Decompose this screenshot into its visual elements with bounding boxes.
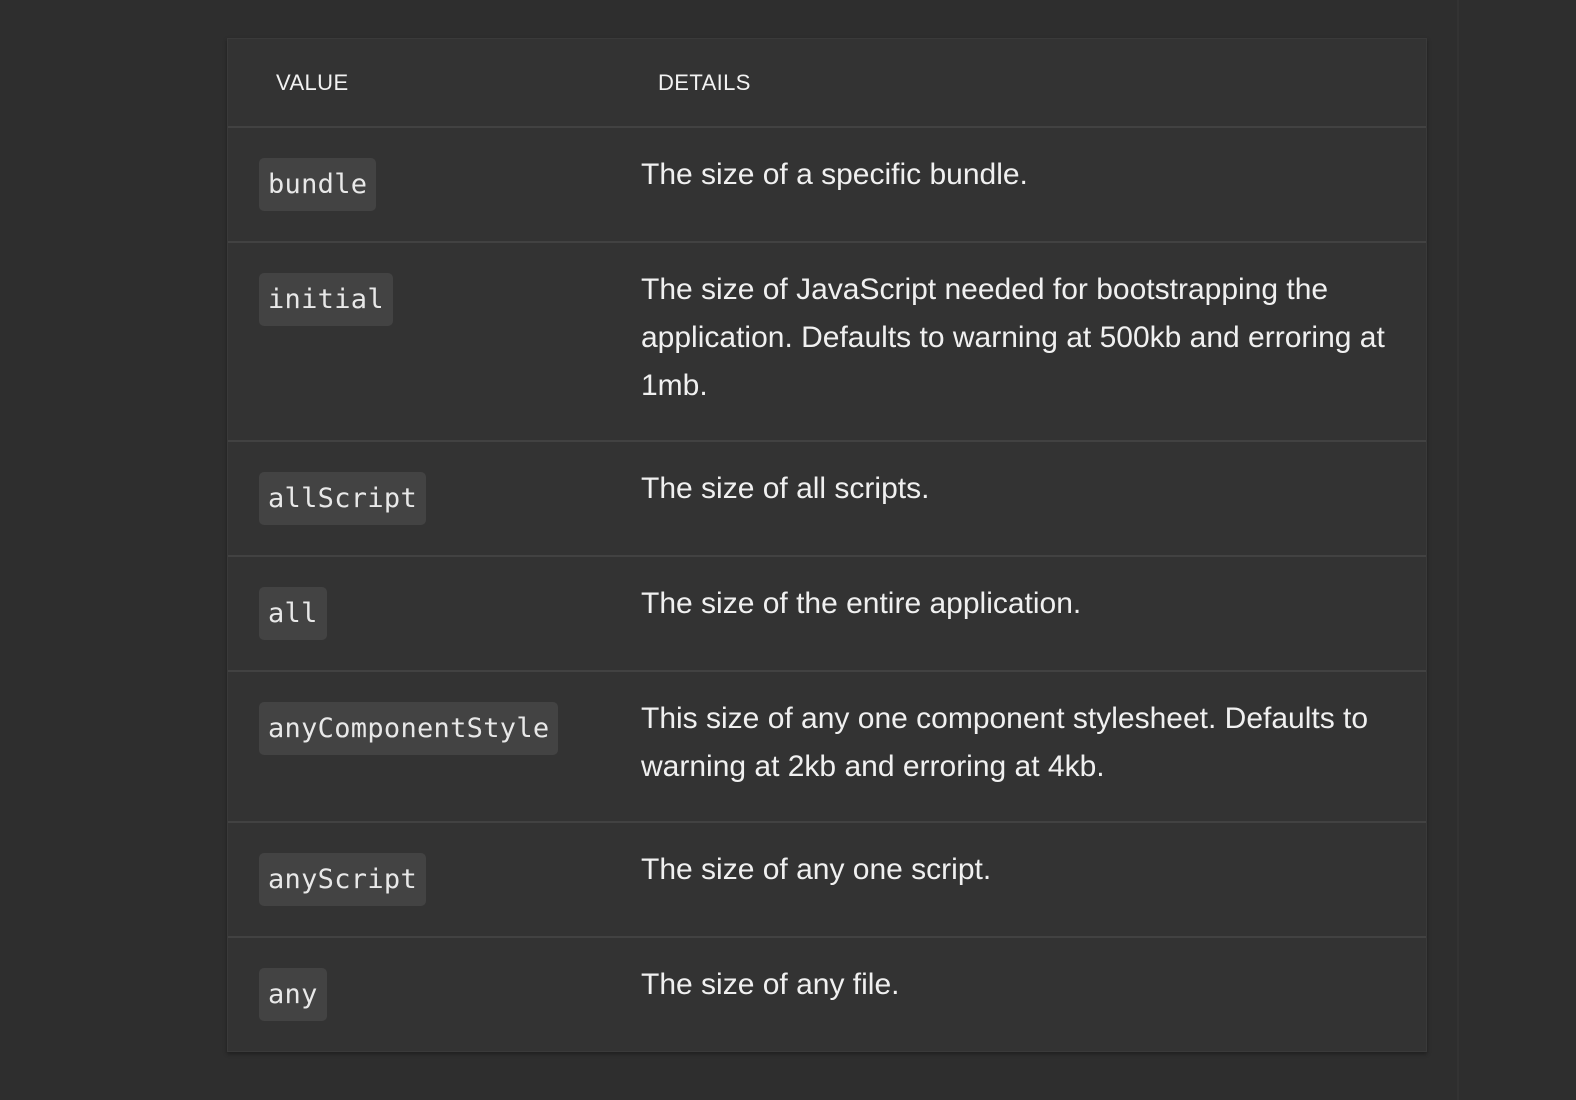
table-body: bundle The size of a specific bundle. in… bbox=[228, 127, 1426, 1051]
table-row: bundle The size of a specific bundle. bbox=[228, 127, 1426, 243]
value-code: bundle bbox=[259, 158, 377, 211]
details-cell: The size of any one script. bbox=[610, 822, 1426, 938]
value-cell: any bbox=[228, 937, 610, 1051]
table-row: allScript The size of all scripts. bbox=[228, 441, 1426, 557]
value-code: any bbox=[259, 968, 327, 1021]
details-cell: The size of all scripts. bbox=[610, 441, 1426, 557]
details-text: The size of JavaScript needed for bootst… bbox=[641, 273, 1385, 402]
value-cell: anyComponentStyle bbox=[228, 671, 610, 823]
details-cell: The size of the entire application. bbox=[610, 556, 1426, 672]
column-header-value: VALUE bbox=[228, 39, 610, 128]
value-code: anyScript bbox=[259, 853, 426, 906]
value-code: all bbox=[259, 587, 327, 640]
details-text: The size of the entire application. bbox=[641, 587, 1082, 620]
column-header-details: DETAILS bbox=[610, 39, 1426, 128]
value-code: initial bbox=[259, 273, 393, 326]
details-cell: This size of any one component styleshee… bbox=[610, 671, 1426, 823]
table-row: anyScript The size of any one script. bbox=[228, 822, 1426, 938]
details-cell: The size of any file. bbox=[610, 937, 1426, 1051]
details-text: This size of any one component styleshee… bbox=[641, 702, 1369, 783]
value-code: allScript bbox=[259, 472, 426, 525]
value-cell: bundle bbox=[228, 127, 610, 243]
value-cell: anyScript bbox=[228, 822, 610, 938]
table-row: anyComponentStyle This size of any one c… bbox=[228, 671, 1426, 823]
value-code: anyComponentStyle bbox=[259, 702, 559, 755]
budget-types-table: VALUE DETAILS bundle The size of a speci… bbox=[227, 38, 1427, 1052]
table-row: all The size of the entire application. bbox=[228, 556, 1426, 672]
values-table: VALUE DETAILS bundle The size of a speci… bbox=[228, 39, 1426, 1051]
value-cell: allScript bbox=[228, 441, 610, 557]
value-cell: initial bbox=[228, 242, 610, 442]
table-header: VALUE DETAILS bbox=[228, 39, 1426, 128]
details-text: The size of a specific bundle. bbox=[641, 158, 1028, 191]
details-cell: The size of JavaScript needed for bootst… bbox=[610, 242, 1426, 442]
details-cell: The size of a specific bundle. bbox=[610, 127, 1426, 243]
right-sidebar-divider bbox=[1457, 0, 1459, 1100]
table-row: any The size of any file. bbox=[228, 937, 1426, 1051]
details-text: The size of all scripts. bbox=[641, 472, 930, 505]
table-row: initial The size of JavaScript needed fo… bbox=[228, 242, 1426, 442]
value-cell: all bbox=[228, 556, 610, 672]
details-text: The size of any one script. bbox=[641, 853, 992, 886]
details-text: The size of any file. bbox=[641, 968, 900, 1001]
table-header-row: VALUE DETAILS bbox=[228, 39, 1426, 128]
